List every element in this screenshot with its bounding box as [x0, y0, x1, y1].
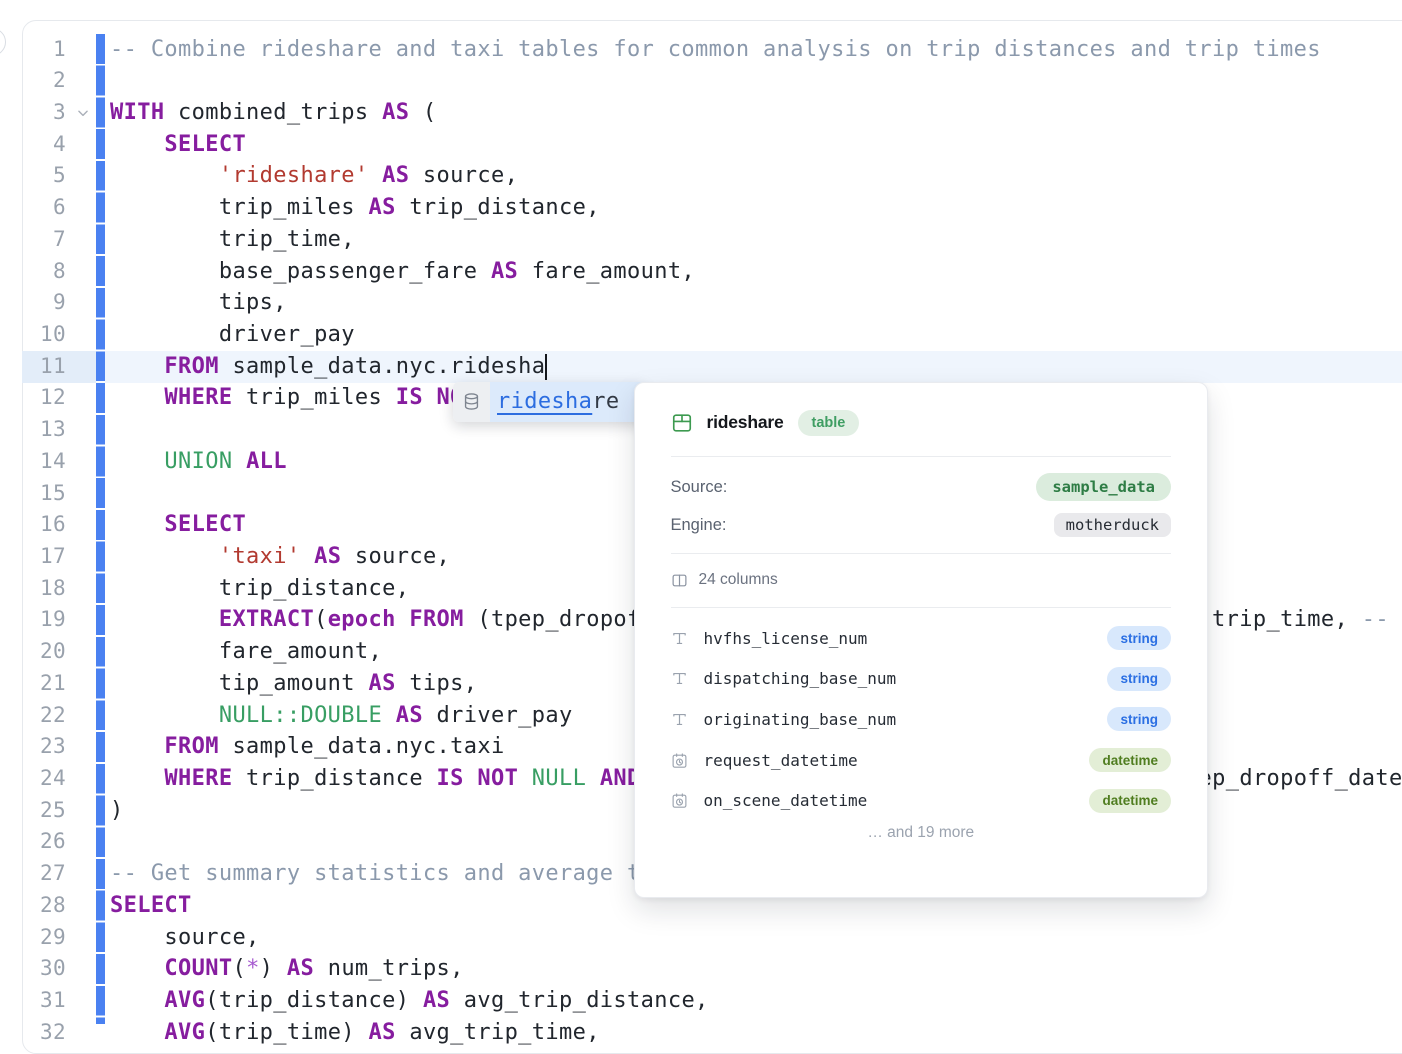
- line-number: 2: [0, 65, 66, 97]
- line-number: 31: [0, 985, 66, 1017]
- column-name: dispatching_base_num: [704, 669, 897, 688]
- line-number: 1: [0, 34, 66, 66]
- column-type-badge: datetime: [1089, 789, 1171, 813]
- engine-value-badge: motherduck: [1054, 513, 1171, 537]
- line-number: 28: [0, 890, 66, 922]
- column-row[interactable]: hvfhs_license_num string: [671, 618, 1172, 659]
- column-row[interactable]: dispatching_base_num string: [671, 659, 1172, 700]
- sql-editor-page: 1-- Combine rideshare and taxi tables fo…: [0, 0, 1402, 1024]
- column-type-badge: datetime: [1089, 748, 1171, 772]
- column-name: hvfhs_license_num: [704, 629, 868, 648]
- divider: [671, 456, 1172, 457]
- table-kind-badge: table: [798, 410, 860, 436]
- code-line[interactable]: 6 trip_miles AS trip_distance,: [0, 192, 1402, 224]
- column-type-badge: string: [1107, 707, 1171, 731]
- line-number: 6: [0, 192, 66, 224]
- code-line[interactable]: 8 base_passenger_fare AS fare_amount,: [0, 256, 1402, 288]
- code-line[interactable]: 30 COUNT(*) AS num_trips,: [0, 953, 1402, 985]
- column-type-badge: string: [1107, 667, 1171, 691]
- line-number: 30: [0, 953, 66, 985]
- type-icon: [671, 630, 689, 647]
- table-icon: [671, 412, 693, 434]
- code-line[interactable]: 9 tips,: [0, 287, 1402, 319]
- type-icon: [671, 711, 689, 728]
- code-line[interactable]: 4 SELECT: [0, 129, 1402, 161]
- engine-label: Engine:: [671, 516, 727, 535]
- line-number: 16: [0, 509, 66, 541]
- code-line[interactable]: 1-- Combine rideshare and taxi tables fo…: [0, 34, 1402, 66]
- line-number: 10: [0, 319, 66, 351]
- table-title: rideshare: [707, 412, 784, 433]
- line-number: 27: [0, 858, 66, 890]
- code-line[interactable]: 11 FROM sample_data.nyc.ridesha: [0, 351, 1402, 383]
- line-number: 17: [0, 541, 66, 573]
- autocomplete-item-rideshare[interactable]: rideshare: [490, 382, 645, 422]
- line-number: 19: [0, 604, 66, 636]
- line-number: 25: [0, 795, 66, 827]
- line-number: 23: [0, 731, 66, 763]
- line-number: 14: [0, 446, 66, 478]
- line-number: 32: [0, 1017, 66, 1049]
- source-value-badge: sample_data: [1036, 473, 1171, 501]
- columns-icon: [671, 572, 688, 589]
- divider: [671, 607, 1172, 608]
- database-icon: [453, 382, 490, 422]
- code-line[interactable]: 10 driver_pay: [0, 319, 1402, 351]
- column-list: hvfhs_license_numstringdispatching_base_…: [671, 618, 1172, 821]
- code-line[interactable]: 5 'rideshare' AS source,: [0, 160, 1402, 192]
- column-row[interactable]: request_datetime datetime: [671, 740, 1172, 781]
- panel-header: rideshare table: [671, 409, 1172, 437]
- line-number: 20: [0, 636, 66, 668]
- text-cursor: [545, 354, 547, 381]
- fold-chevron-icon[interactable]: [76, 106, 90, 120]
- line-number: 15: [0, 478, 66, 510]
- code-line[interactable]: 32 AVG(trip_time) AS avg_trip_time,: [0, 1017, 1402, 1049]
- column-row[interactable]: on_scene_datetime datetime: [671, 780, 1172, 821]
- calendar-clock-icon: [671, 752, 689, 769]
- column-type-badge: string: [1107, 626, 1171, 650]
- line-number: 4: [0, 129, 66, 161]
- column-name: on_scene_datetime: [704, 791, 868, 810]
- line-number: 11: [0, 351, 66, 383]
- code-line[interactable]: 3WITH combined_trips AS (: [0, 97, 1402, 129]
- line-number: 7: [0, 224, 66, 256]
- divider: [671, 553, 1172, 554]
- source-label: Source:: [671, 478, 728, 497]
- line-number: 9: [0, 287, 66, 319]
- table-info-hover-panel: rideshare table Source: sample_data Engi…: [634, 382, 1209, 898]
- line-number: 18: [0, 573, 66, 605]
- code-line[interactable]: 2: [0, 65, 1402, 97]
- code-line[interactable]: 29 source,: [0, 922, 1402, 954]
- code-line[interactable]: 7 trip_time,: [0, 224, 1402, 256]
- line-number: 5: [0, 160, 66, 192]
- line-number: 12: [0, 382, 66, 414]
- autocomplete-rest-text: re: [592, 389, 619, 414]
- line-number: 3: [0, 97, 66, 129]
- line-number: 24: [0, 763, 66, 795]
- line-number: 22: [0, 700, 66, 732]
- line-number: 26: [0, 826, 66, 858]
- autocomplete-match-text: ridesha: [497, 389, 592, 414]
- column-row[interactable]: originating_base_num string: [671, 699, 1172, 740]
- autocomplete-popup: rideshare: [453, 382, 645, 422]
- line-number: 29: [0, 922, 66, 954]
- type-icon: [671, 670, 689, 687]
- line-number: 21: [0, 668, 66, 700]
- line-number: 8: [0, 256, 66, 288]
- more-columns-text: … and 19 more: [671, 824, 1172, 842]
- code-line[interactable]: 31 AVG(trip_distance) AS avg_trip_distan…: [0, 985, 1402, 1017]
- line-number: 13: [0, 414, 66, 446]
- column-name: request_datetime: [704, 751, 858, 770]
- calendar-clock-icon: [671, 792, 689, 809]
- changed-lines-gutter-bar: [96, 34, 105, 1025]
- columns-count: 24 columns: [699, 571, 778, 589]
- column-name: originating_base_num: [704, 710, 897, 729]
